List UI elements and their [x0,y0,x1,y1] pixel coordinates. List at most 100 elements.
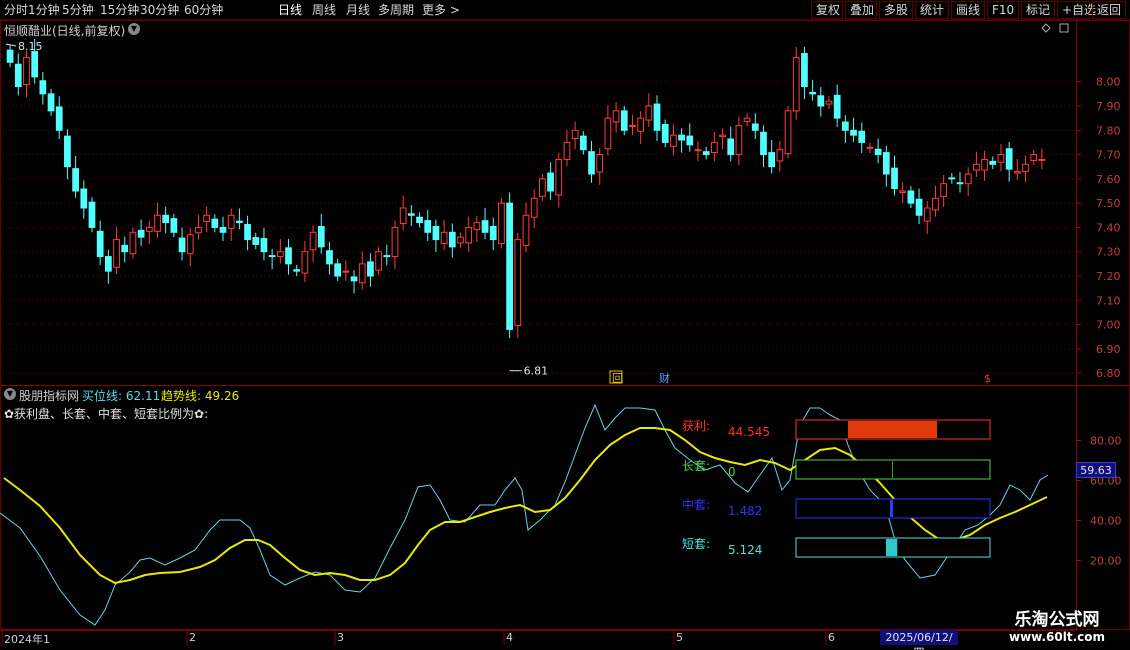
candle-body [489,225,497,241]
candle-body [645,105,653,121]
indicator-tick-label: 40.00 [1090,515,1122,528]
candle-body [637,117,645,132]
price-tick-label: 7.40 [1096,221,1121,234]
candle-body [653,103,661,131]
candle-body [1030,154,1038,161]
candle-body [932,197,939,211]
candle-body [678,134,685,141]
candle-body [145,226,153,232]
ratio-label: 获利: [682,419,711,433]
candle-body [866,146,874,149]
candle-body [792,56,800,112]
candle-body [383,255,391,258]
price-tick-label: 7.90 [1096,100,1121,113]
candle-body [989,160,997,165]
candle-body [113,239,120,268]
candle-body [309,231,317,251]
ratio-value: 0 [728,465,736,479]
candle-body [686,135,694,146]
price-tick-label: 6.80 [1096,367,1121,380]
candle-body [801,53,808,88]
chart-canvas[interactable]: 8.00 7.90 7.80 7.70 7.60 7.50 7.40 7.30 7.20 7.10… [0,0,1130,650]
candle-body [178,237,186,253]
candle-body [440,231,448,244]
low-marker-label: 6.81 [524,365,549,378]
candle-body [64,135,71,168]
date-label: 2 [189,631,196,644]
candle-body [260,238,268,253]
candle-body [596,154,604,173]
candle-body [710,141,718,154]
watermark: 乐淘公式网 www.60lt.com [988,610,1126,648]
watermark-url: www.60lt.com [1008,630,1106,644]
candle-body [407,213,415,216]
candle-body [276,251,284,258]
candles [6,38,1046,339]
date-label: 5 [676,631,683,644]
high-marker-label: 8.15 [18,40,43,53]
candle-body [219,226,227,233]
candle-body [751,123,759,131]
candle-body [579,135,587,151]
candle-body [620,110,628,131]
candle-body [350,276,358,282]
candle-body [923,207,931,222]
candle-body [268,255,276,258]
candle-body [473,222,481,230]
ratio-bar-fill [890,500,893,517]
candle-body [956,182,964,185]
candle-body [858,130,866,143]
candle-body [661,123,669,143]
candle-body [882,152,890,175]
candle-body [571,129,579,140]
ratio-value: 1.482 [728,504,763,518]
candle-body [981,158,988,171]
candle-body [702,151,710,156]
candle-body [784,110,792,155]
candle-body [154,214,161,232]
candle-body [195,226,202,234]
indicator-header: ▼ 股朋指标网 买位线: 62.11 趋势线: 49.26 [0,386,1076,404]
chevron-down-icon[interactable]: ▼ [4,388,16,400]
candle-body [530,197,538,218]
candle-body [1038,158,1046,161]
event-mark: 财 [659,371,670,385]
candle-body [391,226,399,258]
candle-body [96,230,104,258]
candle-body [809,91,816,95]
ratio-value: 44.545 [728,425,770,439]
candle-body [227,214,235,229]
candle-body [670,134,677,147]
candle-body [6,49,14,63]
candle-body [694,149,702,152]
candle-body [162,214,170,224]
candle-body [47,93,55,112]
candle-body [342,270,350,273]
price-tick-label: 7.30 [1096,246,1121,259]
candle-body [432,225,440,241]
cursor-value-label: 59.63 [1076,462,1116,478]
ratio-title: ✿获利盘、长套、中套、短套比例为✿: [4,407,209,421]
indicator-name[interactable]: 股朋指标网 [19,387,79,404]
date-label: 2024年1 [4,633,50,646]
candle-body [326,250,333,265]
candle-body [358,263,366,284]
date-label: 6 [828,631,835,644]
candle-body [940,183,948,197]
candle-body [170,218,178,233]
candle-body [244,224,251,241]
candle-body [121,244,129,253]
candle-body [727,138,735,156]
candle-body [317,225,325,248]
candle-body [203,214,210,223]
candle-body [186,234,194,255]
candle-body [39,80,47,95]
candle-body [293,269,301,272]
candle-body [104,256,112,272]
indicator-tick-label: 20.00 [1090,555,1122,568]
candle-body [399,207,407,225]
ratio-value: 5.124 [728,543,763,557]
buy-line-value: 买位线: 62.11 [82,389,161,403]
price-tick-label: 7.00 [1096,319,1121,332]
candle-body [997,154,1005,163]
